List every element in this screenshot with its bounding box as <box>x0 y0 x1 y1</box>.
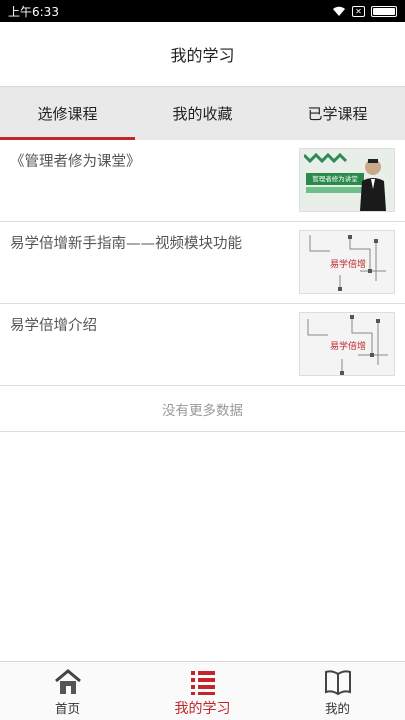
tab-my-favorites[interactable]: 我的收藏 <box>135 87 270 140</box>
course-title: 易学倍增新手指南——视频模块功能 <box>10 236 242 252</box>
tab-learned-courses[interactable]: 已学课程 <box>270 87 405 140</box>
app-header: 我的学习 <box>0 22 405 86</box>
nav-me-label: 我的 <box>324 701 350 716</box>
thumbnail-logo: 易学倍增 <box>330 342 367 352</box>
thumbnail-banner: 管理者修为讲堂 <box>306 173 364 185</box>
list-item[interactable]: 易学倍增介绍 易学倍增 <box>0 304 405 386</box>
chevron-pattern-graphic <box>304 153 348 164</box>
tab-bar: 选修课程 我的收藏 已学课程 <box>0 86 405 140</box>
nav-my-learning[interactable]: 我的学习 <box>135 662 270 720</box>
battery-icon <box>371 5 397 17</box>
nav-home-label: 首页 <box>54 701 80 716</box>
status-time: 上午6:33 <box>8 4 59 19</box>
tab-elective-courses[interactable]: 选修课程 <box>0 87 135 140</box>
home-icon <box>54 669 81 694</box>
list-item[interactable]: 易学倍增新手指南——视频模块功能 易学倍增 <box>0 222 405 304</box>
course-thumbnail: 易学倍增 <box>299 312 395 376</box>
bottom-nav: 首页 我的学习 我的 <box>0 661 405 720</box>
nav-my-learning-label: 我的学习 <box>174 701 231 717</box>
course-thumbnail: 易学倍增 <box>299 230 395 294</box>
thumbnail-logo: 易学倍增 <box>330 260 367 270</box>
nav-home[interactable]: 首页 <box>0 662 135 720</box>
course-list: 《管理者修为课堂》 管理者修为讲堂 易学倍增新手指南——视频模块功能 易学倍增 … <box>0 140 405 432</box>
status-icons: ✕ <box>332 5 397 17</box>
nav-me[interactable]: 我的 <box>270 662 405 720</box>
book-icon <box>324 670 351 696</box>
list-item[interactable]: 《管理者修为课堂》 管理者修为讲堂 <box>0 140 405 222</box>
no-sim-icon: ✕ <box>352 5 365 17</box>
status-bar: 上午6:33 ✕ <box>0 0 405 22</box>
thumbnail-subline <box>306 187 364 193</box>
list-icon <box>190 671 215 695</box>
course-title: 《管理者修为课堂》 <box>10 154 141 170</box>
wifi-icon <box>333 6 345 16</box>
no-more-data-label: 没有更多数据 <box>0 386 405 432</box>
speaker-photo-graphic <box>360 159 386 211</box>
course-thumbnail: 管理者修为讲堂 <box>299 148 395 212</box>
course-title: 易学倍增介绍 <box>10 318 97 334</box>
page-title: 我的学习 <box>170 46 235 65</box>
